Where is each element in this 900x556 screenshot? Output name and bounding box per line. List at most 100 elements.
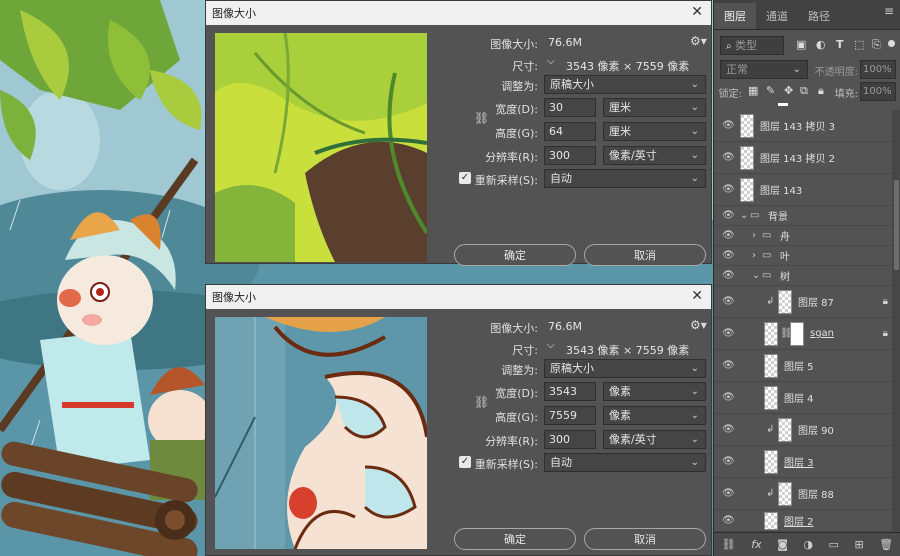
height-unit-select[interactable]: 厘米 ⌄ [603, 122, 706, 141]
blend-mode-select[interactable]: 正常 ⌄ [720, 60, 808, 79]
visibility-eye-icon[interactable]: 👁︎ [722, 296, 735, 307]
layer-name: 图层 87 [798, 298, 834, 309]
tab-layers[interactable]: 图层 [714, 3, 756, 29]
width-unit-select[interactable]: 像素 ⌄ [603, 382, 706, 401]
visibility-eye-icon[interactable]: 👁︎ [722, 210, 735, 221]
fit-to-select[interactable]: 原稿大小 ⌄ [544, 359, 706, 378]
group-row-tree[interactable]: 👁︎ ⌄ ▭ 树 [714, 266, 892, 286]
new-layer-icon[interactable]: ⊞ [854, 538, 863, 551]
lock-transparent-icon[interactable]: ▦ [748, 84, 758, 97]
height-input[interactable] [544, 406, 596, 425]
group-row-boat[interactable]: 👁︎ › ▭ 舟 [714, 226, 892, 246]
tab-channels[interactable]: 通道 [756, 3, 798, 29]
layer-row[interactable]: 👁︎ 图层 143 [714, 174, 892, 206]
expand-chevron-icon[interactable]: › [752, 230, 756, 241]
lock-all-icon[interactable]: 🔒︎ [818, 84, 824, 98]
layer-row[interactable]: 👁︎ 图层 143 拷贝 3 [714, 110, 892, 142]
image-preview[interactable] [215, 33, 427, 262]
visibility-eye-icon[interactable]: 👁︎ [722, 152, 735, 163]
dimension-toggle-chevron-icon[interactable]: ⌵ [547, 340, 555, 351]
cancel-button[interactable]: 取消 [584, 244, 706, 266]
resample-select[interactable]: 自动 ⌄ [544, 453, 706, 472]
opacity-value: 100% [863, 64, 892, 75]
visibility-eye-icon[interactable]: 👁︎ [722, 250, 735, 261]
lock-image-icon[interactable]: ✎ [766, 84, 775, 97]
shape-filter-icon[interactable]: ⬚ [854, 38, 864, 51]
visibility-eye-icon[interactable]: 👁︎ [722, 120, 735, 131]
dimension-toggle-chevron-icon[interactable]: ⌵ [547, 56, 555, 67]
collapse-chevron-icon[interactable]: ⌄ [740, 210, 748, 221]
group-row-background[interactable]: 👁︎ ⌄ ▭ 背景 [714, 206, 892, 226]
layers-scrollbar[interactable] [892, 110, 900, 535]
visibility-eye-icon[interactable]: 👁︎ [722, 488, 735, 499]
layer-row[interactable]: 👁︎ 图层 2 [714, 510, 892, 532]
layers-scrollbar-thumb[interactable] [894, 180, 899, 270]
layer-row[interactable]: 👁︎ ↲ 图层 87 🔒︎ [714, 286, 892, 318]
close-icon[interactable]: ✕ [691, 288, 703, 304]
filter-toggle-icon[interactable] [888, 40, 895, 47]
layer-filter-select[interactable]: ⌕ 类型 [720, 36, 784, 55]
expand-chevron-icon[interactable]: › [752, 250, 756, 261]
resolution-unit-select[interactable]: 像素/英寸 ⌄ [603, 146, 706, 165]
resolution-unit-select[interactable]: 像素/英寸 ⌄ [603, 430, 706, 449]
layer-row[interactable]: 👁︎ ↲ 图层 90 [714, 414, 892, 446]
visibility-eye-icon[interactable]: 👁︎ [722, 328, 735, 339]
layer-thumbnail [740, 177, 754, 202]
cancel-button[interactable]: 取消 [584, 528, 706, 550]
layer-row[interactable]: 👁︎ ⛓ sgan 🔒︎ [714, 318, 892, 350]
collapse-chevron-icon[interactable]: ⌄ [752, 270, 760, 281]
fill-input[interactable]: 100% [860, 82, 896, 101]
clipping-arrow-icon: ↲ [766, 296, 775, 307]
chevron-down-icon: ⌄ [690, 126, 699, 137]
width-input[interactable] [544, 98, 596, 117]
visibility-eye-icon[interactable]: 👁︎ [722, 424, 735, 435]
lock-label: 锁定: [718, 89, 742, 100]
visibility-eye-icon[interactable]: 👁︎ [722, 392, 735, 403]
pixel-filter-icon[interactable]: ▣ [796, 38, 806, 51]
image-size-value: 76.6M [548, 36, 582, 49]
visibility-eye-icon[interactable]: 👁︎ [722, 456, 735, 467]
image-preview[interactable] [215, 317, 427, 549]
lock-position-icon[interactable]: ✥ [784, 84, 793, 97]
layer-row[interactable]: 👁︎ 图层 3 [714, 446, 892, 478]
ok-button[interactable]: 确定 [454, 244, 576, 266]
tab-layers-label: 图层 [724, 10, 746, 23]
opacity-input[interactable]: 100% [860, 60, 896, 79]
smart-object-filter-icon[interactable]: ⎘ [872, 38, 881, 52]
resolution-input[interactable] [544, 430, 596, 449]
fit-to-select[interactable]: 原稿大小 ⌄ [544, 75, 706, 94]
layer-row[interactable]: 👁︎ 图层 143 拷贝 2 [714, 142, 892, 174]
mask-icon[interactable]: ◙ [777, 538, 788, 551]
layer-row[interactable]: 👁︎ 图层 5 [714, 350, 892, 382]
adjustment-icon[interactable]: ◑ [803, 538, 813, 551]
visibility-eye-icon[interactable]: 👁︎ [722, 270, 735, 281]
height-input[interactable] [544, 122, 596, 141]
type-filter-icon[interactable]: T [836, 38, 844, 51]
group-row-leaf[interactable]: 👁︎ › ▭ 叶 [714, 246, 892, 266]
gear-icon[interactable]: ⚙▾ [690, 34, 707, 48]
visibility-eye-icon[interactable]: 👁︎ [722, 230, 735, 241]
group-name: 舟 [780, 232, 790, 243]
chevron-down-icon: ⌄ [690, 79, 699, 90]
panel-menu-icon[interactable]: ≡ [884, 4, 894, 18]
fx-icon[interactable]: fx [751, 538, 761, 551]
close-icon[interactable]: ✕ [691, 4, 703, 20]
link-icon[interactable]: ⛓ [722, 538, 736, 551]
tab-paths[interactable]: 路径 [798, 3, 840, 29]
group-icon[interactable]: ▭ [829, 538, 839, 551]
gear-icon[interactable]: ⚙▾ [690, 318, 707, 332]
lock-artboard-icon[interactable]: ⧉ [800, 84, 808, 98]
adjustment-filter-icon[interactable]: ◐ [816, 38, 826, 51]
ok-button[interactable]: 确定 [454, 528, 576, 550]
resolution-input[interactable] [544, 146, 596, 165]
visibility-eye-icon[interactable]: 👁︎ [722, 360, 735, 371]
height-unit-select[interactable]: 像素 ⌄ [603, 406, 706, 425]
trash-icon[interactable]: 🗑︎ [879, 538, 893, 551]
visibility-eye-icon[interactable]: 👁︎ [722, 184, 735, 195]
resample-select[interactable]: 自动 ⌄ [544, 169, 706, 188]
layer-row[interactable]: 👁︎ ↲ 图层 88 [714, 478, 892, 510]
layer-row[interactable]: 👁︎ 图层 4 [714, 382, 892, 414]
width-unit-select[interactable]: 厘米 ⌄ [603, 98, 706, 117]
width-input[interactable] [544, 382, 596, 401]
visibility-eye-icon[interactable]: 👁︎ [722, 515, 735, 526]
